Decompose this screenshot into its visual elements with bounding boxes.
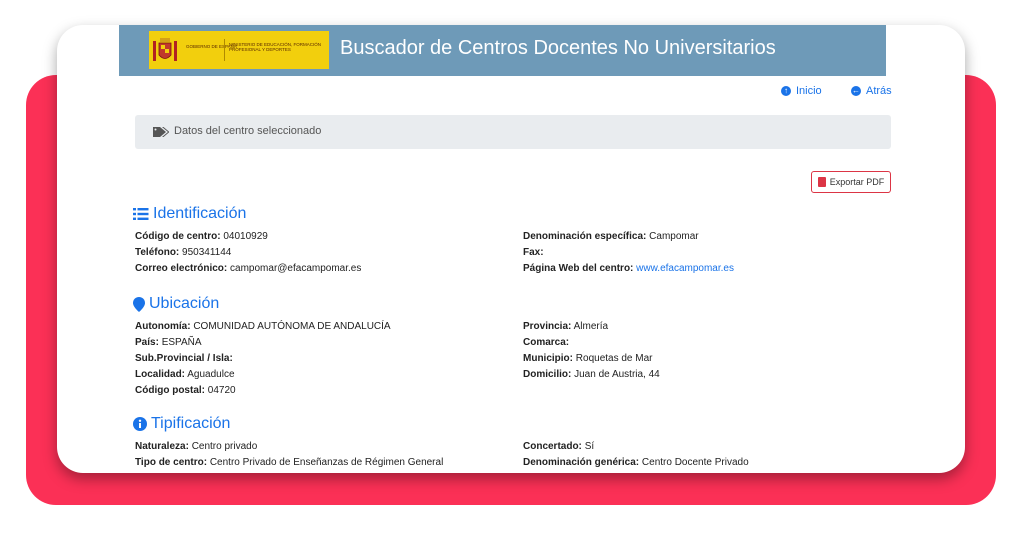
section-title: Identificación [153, 205, 247, 222]
section-ubicacion-heading: Ubicación [133, 295, 219, 313]
logo-divider [224, 39, 225, 61]
tags-icon [153, 127, 169, 137]
field-denominacion: Denominación específica: Campomar [523, 231, 699, 242]
coat-of-arms-icon [153, 38, 177, 61]
browser-window: GOBIERNO DE ESPAÑA MINISTERIO DE EDUCACI… [57, 25, 965, 473]
field-tipo-centro: Tipo de centro: Centro Privado de Enseña… [135, 457, 444, 468]
section-tipificacion-heading: Tipificación [133, 415, 230, 433]
field-concertado: Concertado: Sí [523, 441, 595, 452]
field-codigo: Código de centro: 04010929 [135, 231, 268, 242]
field-comarca: Comarca: [523, 337, 570, 348]
field-codigo-postal: Código postal: 04720 [135, 385, 236, 396]
field-web: Página Web del centro: www.efacampomar.e… [523, 263, 734, 274]
breadcrumb: Datos del centro seleccionado [135, 115, 891, 149]
field-localidad: Localidad: Aguadulce [135, 369, 235, 380]
field-provincia: Provincia: Almería [523, 321, 609, 332]
inicio-label: Inicio [796, 85, 822, 97]
field-domicilio: Domicilio: Juan de Austria, 44 [523, 369, 660, 380]
logo-ministerio: MINISTERIO DE EDUCACIÓN, FORMACIÓN PROFE… [229, 42, 322, 53]
field-fax: Fax: [523, 247, 544, 258]
info-circle-icon [133, 417, 147, 431]
arrow-left-icon: ← [851, 86, 861, 96]
field-autonomia: Autonomía: COMUNIDAD AUTÓNOMA DE ANDALUC… [135, 321, 391, 332]
section-title: Tipificación [151, 415, 231, 432]
inicio-link[interactable]: ↑ Inicio [781, 85, 822, 97]
field-pais: País: ESPAÑA [135, 337, 202, 348]
field-subprovincial: Sub.Provincial / Isla: [135, 353, 233, 364]
site-header: GOBIERNO DE ESPAÑA MINISTERIO DE EDUCACI… [119, 25, 886, 76]
breadcrumb-text: Datos del centro seleccionado [174, 125, 322, 137]
arrow-up-icon: ↑ [781, 86, 791, 96]
field-telefono: Teléfono: 950341144 [135, 247, 232, 258]
field-naturaleza: Naturaleza: Centro privado [135, 441, 258, 452]
export-pdf-button[interactable]: Exportar PDF [811, 171, 891, 193]
field-denominacion-generica: Denominación genérica: Centro Docente Pr… [523, 457, 749, 468]
government-logo[interactable]: GOBIERNO DE ESPAÑA MINISTERIO DE EDUCACI… [149, 31, 329, 69]
page-title: Buscador de Centros Docentes No Universi… [340, 37, 776, 59]
export-pdf-label: Exportar PDF [829, 177, 885, 187]
section-identificacion-heading: Identificación [133, 205, 246, 223]
section-title: Ubicación [149, 295, 220, 312]
list-icon [133, 208, 149, 220]
web-link[interactable]: www.efacampomar.es [636, 263, 734, 274]
atras-label: Atrás [866, 85, 892, 97]
pdf-icon [817, 177, 826, 187]
field-correo: Correo electrónico: campomar@efacampomar… [135, 263, 362, 274]
map-pin-icon [133, 296, 145, 312]
atras-link[interactable]: ← Atrás [851, 85, 892, 97]
field-municipio: Municipio: Roquetas de Mar [523, 353, 653, 364]
